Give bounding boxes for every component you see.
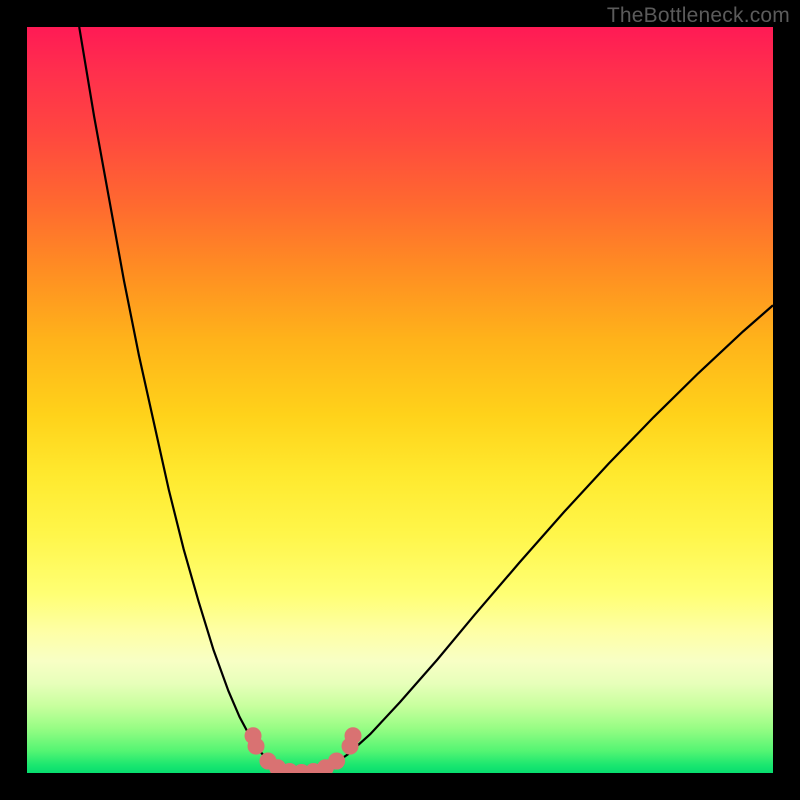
curve-marker — [345, 728, 361, 744]
chart-svg — [27, 27, 773, 773]
bottleneck-curve — [79, 27, 773, 773]
curve-markers — [245, 728, 361, 773]
curve-marker — [248, 738, 264, 754]
chart-frame: TheBottleneck.com — [0, 0, 800, 800]
chart-plot-area — [27, 27, 773, 773]
watermark-text: TheBottleneck.com — [607, 4, 790, 28]
curve-marker — [329, 753, 345, 769]
